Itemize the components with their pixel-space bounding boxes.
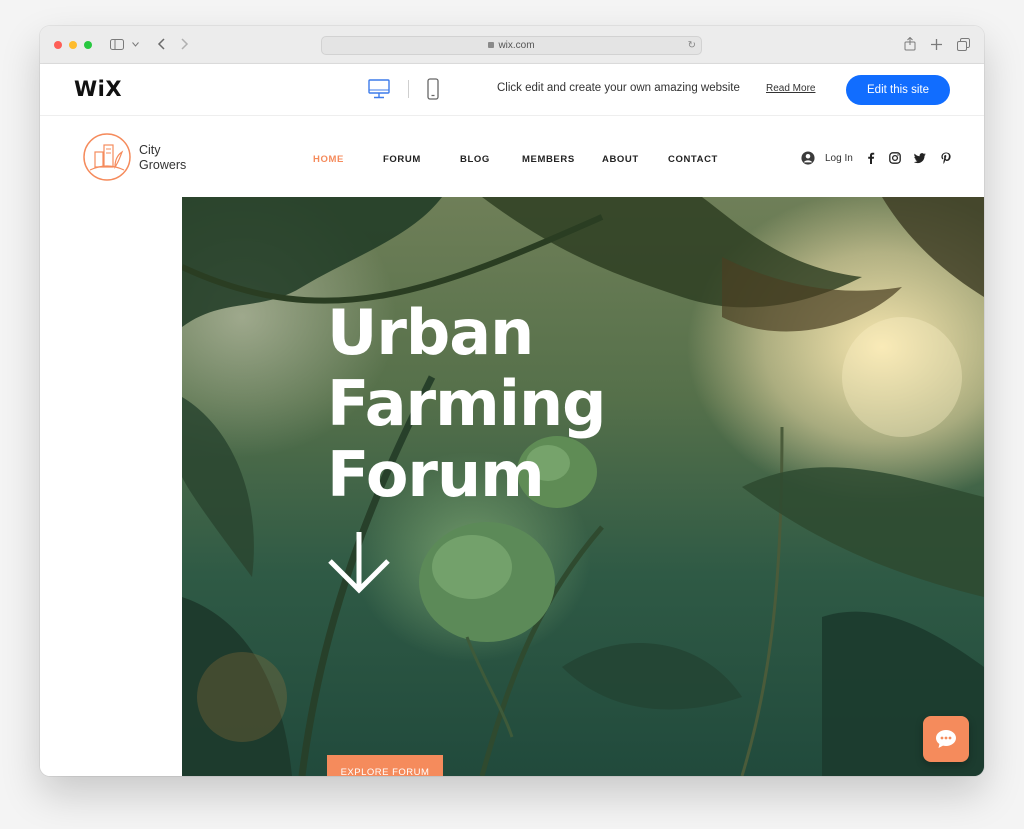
instagram-icon[interactable] bbox=[889, 152, 901, 164]
back-icon[interactable] bbox=[157, 38, 165, 50]
hero-title-line3: Forum bbox=[327, 438, 545, 511]
facebook-icon[interactable] bbox=[865, 152, 877, 164]
zoom-window-button[interactable] bbox=[84, 41, 92, 49]
desktop-view-icon[interactable] bbox=[368, 79, 390, 99]
lock-icon bbox=[488, 42, 495, 48]
chevron-down-icon[interactable] bbox=[132, 42, 139, 47]
twitter-icon[interactable] bbox=[914, 152, 926, 164]
user-avatar-icon[interactable] bbox=[800, 151, 816, 165]
wix-logo[interactable]: WiX bbox=[74, 77, 122, 101]
nav-blog[interactable]: BLOG bbox=[460, 154, 490, 165]
nav-home[interactable]: HOME bbox=[313, 154, 344, 165]
minimize-window-button[interactable] bbox=[69, 41, 77, 49]
close-window-button[interactable] bbox=[54, 41, 62, 49]
new-tab-icon[interactable] bbox=[931, 39, 942, 50]
browser-window: wix.com ↻ WiX Click edit and create your… bbox=[40, 26, 984, 776]
nav-contact[interactable]: CONTACT bbox=[668, 154, 718, 165]
mobile-view-icon[interactable] bbox=[427, 78, 439, 100]
read-more-link[interactable]: Read More bbox=[766, 83, 815, 94]
pinterest-icon[interactable] bbox=[940, 152, 952, 164]
city-growers-logo[interactable] bbox=[82, 132, 132, 182]
chat-button[interactable] bbox=[923, 716, 969, 762]
explore-forum-button[interactable]: EXPLORE FORUM bbox=[327, 755, 443, 776]
browser-toolbar: wix.com ↻ bbox=[40, 26, 984, 64]
nav-forum[interactable]: FORUM bbox=[383, 154, 421, 165]
reload-icon[interactable]: ↻ bbox=[688, 37, 696, 54]
share-icon[interactable] bbox=[904, 37, 916, 51]
forward-icon[interactable] bbox=[181, 38, 189, 50]
url-text: wix.com bbox=[498, 40, 535, 51]
hero-title-line1: Urban bbox=[327, 296, 534, 369]
brand-name-line1: City bbox=[139, 143, 161, 157]
nav-about[interactable]: ABOUT bbox=[602, 154, 639, 165]
brand-name[interactable]: City Growers bbox=[139, 143, 186, 173]
edit-site-button[interactable]: Edit this site bbox=[846, 75, 950, 105]
sidebar-icon[interactable] bbox=[110, 39, 124, 50]
nav-members[interactable]: MEMBERS bbox=[522, 154, 575, 165]
brand-name-line2: Growers bbox=[139, 158, 187, 172]
site-header: City Growers HOME FORUM BLOG MEMBERS ABO… bbox=[40, 116, 984, 197]
hero-title-line2: Farming bbox=[327, 367, 607, 440]
chat-bubble-icon bbox=[936, 730, 956, 748]
wix-banner: WiX Click edit and create your own amazi… bbox=[40, 64, 984, 116]
tabs-icon[interactable] bbox=[957, 38, 970, 51]
login-link[interactable]: Log In bbox=[825, 153, 853, 164]
arrow-down-icon[interactable] bbox=[327, 532, 391, 594]
device-divider bbox=[408, 80, 409, 98]
banner-message: Click edit and create your own amazing w… bbox=[497, 82, 740, 94]
hero-section: Urban Farming Forum EXPLORE FORUM bbox=[182, 197, 984, 776]
hero-left-margin bbox=[40, 197, 182, 776]
address-bar[interactable]: wix.com ↻ bbox=[321, 36, 702, 55]
hero-title: Urban Farming Forum bbox=[327, 297, 657, 510]
